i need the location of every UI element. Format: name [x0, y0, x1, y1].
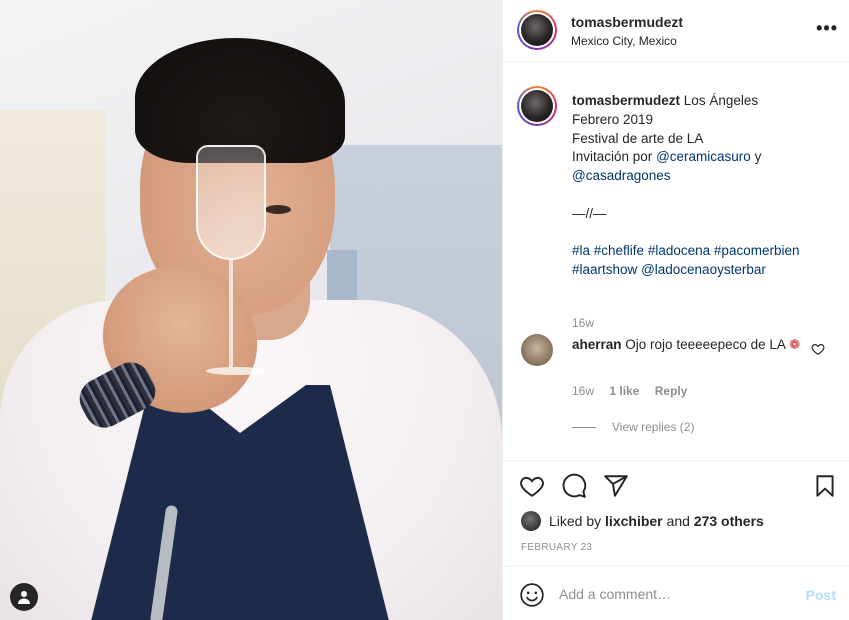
more-options-icon[interactable]: •••: [816, 18, 838, 39]
comment-body: Ojo rojo teeeeepeco de LA: [625, 337, 786, 352]
post-side-panel: tomasbermudezt Mexico City, Mexico ••• t…: [502, 0, 849, 620]
comment-input[interactable]: [559, 581, 789, 607]
post-date[interactable]: FEBRUARY 23: [521, 542, 592, 553]
mention-link[interactable]: @casadragones: [572, 168, 671, 183]
emoji-icon[interactable]: [519, 582, 545, 608]
caption-line4-conj: y: [754, 149, 762, 165]
liked-by-others[interactable]: 273 others: [694, 513, 764, 529]
post-location[interactable]: Mexico City, Mexico: [571, 34, 677, 48]
post-actions: Liked by lixchiber and 273 others FEBRUA…: [503, 460, 849, 565]
commenter-avatar[interactable]: [521, 334, 553, 366]
comment-emoji: ❁: [788, 337, 801, 352]
comment-meta: 16w 1 like Reply: [572, 384, 699, 398]
liked-by-prefix: Liked by: [549, 513, 602, 529]
hashtag-link[interactable]: #pacomerbien: [714, 243, 800, 258]
post-photo[interactable]: [0, 0, 502, 620]
author-avatar[interactable]: [517, 10, 557, 50]
tagged-users-button[interactable]: [10, 583, 38, 611]
view-replies-label: View replies (2): [612, 420, 695, 434]
mention-link[interactable]: @ceramicasuro: [656, 149, 751, 164]
add-comment-bar: Post: [503, 566, 849, 620]
post-header: tomasbermudezt Mexico City, Mexico •••: [503, 0, 849, 63]
caption-username[interactable]: tomasbermudezt: [572, 93, 680, 108]
post-comment-button[interactable]: Post: [806, 587, 836, 603]
mention-link[interactable]: @ladocenaoysterbar: [641, 262, 766, 277]
hashtag-link[interactable]: #ladocena: [648, 243, 710, 258]
view-replies-button[interactable]: View replies (2): [572, 420, 694, 434]
comment-text: aherran Ojo rojo teeeeepeco de LA ❁: [572, 336, 802, 355]
comment-like-count[interactable]: 1 like: [609, 384, 639, 398]
caption-line1: Los Ángeles: [683, 93, 759, 108]
comments-section[interactable]: tomasbermudezt Los Ángeles Febrero 2019 …: [503, 64, 849, 460]
liker-avatar[interactable]: [521, 511, 541, 531]
photo-wine-glass: [196, 145, 266, 385]
caption-separator: —//—: [572, 205, 607, 221]
user-icon: [18, 591, 30, 604]
caption-line3: Festival de arte de LA: [572, 130, 704, 146]
caption-line2: Febrero 2019: [572, 111, 654, 127]
reply-button[interactable]: Reply: [655, 384, 688, 398]
hashtag-link[interactable]: #laartshow: [572, 262, 637, 277]
liked-by-summary: Liked by lixchiber and 273 others: [549, 513, 764, 529]
comment-icon[interactable]: [561, 473, 587, 499]
commenter-username[interactable]: aherran: [572, 337, 622, 352]
bookmark-icon[interactable]: [812, 473, 838, 499]
liked-by-user[interactable]: lixchiber: [605, 513, 663, 529]
liked-by-and: and: [666, 513, 690, 529]
caption-author-avatar[interactable]: [517, 86, 557, 126]
caption-text: tomasbermudezt Los Ángeles Febrero 2019 …: [572, 92, 837, 280]
comment-item: aherran Ojo rojo teeeeepeco de LA ❁ 16w …: [517, 332, 837, 442]
photo-eye: [265, 205, 291, 214]
comment-like-heart-icon[interactable]: [811, 342, 825, 356]
comment-timestamp[interactable]: 16w: [572, 384, 594, 398]
author-username[interactable]: tomasbermudezt: [571, 14, 683, 30]
hashtag-link[interactable]: #cheflife: [594, 243, 644, 258]
share-icon[interactable]: [603, 473, 629, 499]
caption-timestamp[interactable]: 16w: [572, 316, 594, 330]
hashtag-link[interactable]: #la: [572, 243, 590, 258]
caption-line4-prefix: Invitación por: [572, 149, 653, 165]
heart-icon[interactable]: [519, 473, 545, 499]
view-replies-dash: [572, 426, 596, 428]
